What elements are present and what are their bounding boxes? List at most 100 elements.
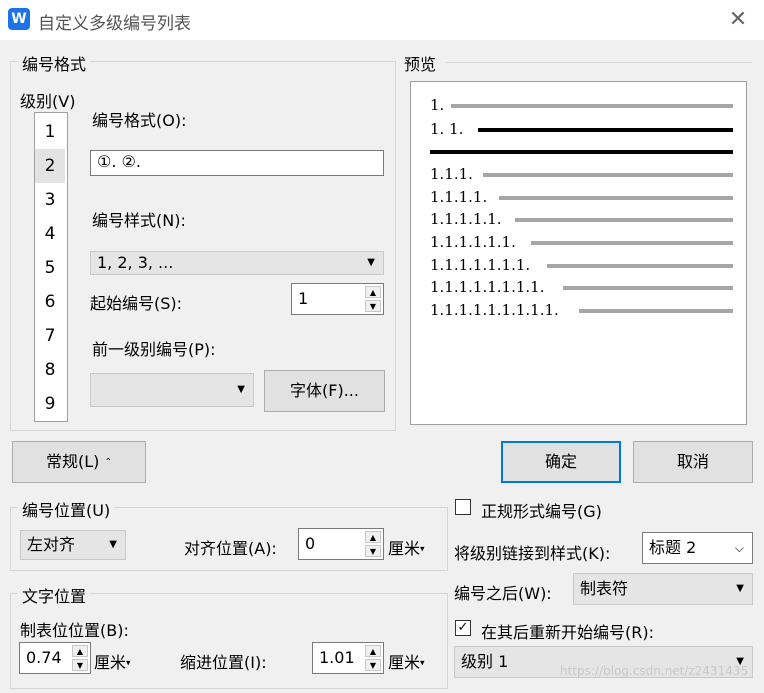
preview-line <box>563 286 733 290</box>
level-item[interactable]: 3 <box>35 183 65 217</box>
general-toggle-label: 常规(L) <box>45 452 100 471</box>
legal-label: 正规形式编号(G) <box>481 502 602 521</box>
level-item[interactable]: 6 <box>35 285 65 319</box>
preview-line-label: 1.1.1.1.1.1.1.1. <box>430 278 545 296</box>
watermark-text: https://blog.csdn.net/z2431435 <box>560 664 749 678</box>
align-at-spinner[interactable]: 0 ▲ ▼ <box>298 528 384 560</box>
preview-line <box>499 196 733 200</box>
number-style-select[interactable]: 1, 2, 3, ... ▼ <box>90 251 384 275</box>
preview-line <box>483 173 733 177</box>
window-title: 自定义多级编号列表 <box>38 14 191 34</box>
restart-level-value: 级别 1 <box>461 652 509 671</box>
spin-down-icon[interactable]: ▼ <box>365 300 381 312</box>
dropdown-arrow-icon: ▼ <box>237 384 245 395</box>
collapse-up-icon: ⌃ <box>104 457 113 468</box>
restart-checkbox[interactable]: ✓ <box>455 620 471 636</box>
position-group-legend: 编号位置(U) <box>18 497 115 521</box>
number-style-value: 1, 2, 3, ... <box>97 253 174 272</box>
text-position-group <box>10 593 448 689</box>
link-style-label: 将级别链接到样式(K): <box>454 544 611 563</box>
preview-line-label: 1.1.1. <box>430 165 473 183</box>
preview-line-label: 1.1.1.1.1.1.1.1.1. <box>430 301 559 319</box>
preview-line-selected <box>478 128 733 132</box>
preview-line-label: 1.1.1.1.1.1.1. <box>430 256 531 274</box>
tab-unit-select[interactable]: 厘米▾ <box>94 649 131 673</box>
tab-position-spinner[interactable]: 0.74 ▲ ▼ <box>19 642 91 674</box>
preview-line-label: 1.1.1.1.1. <box>430 210 502 228</box>
preview-line <box>547 264 733 268</box>
ok-button[interactable]: 确定 <box>501 441 621 483</box>
preview-line-label: 1.1.1.1. <box>430 188 488 206</box>
preview-line <box>515 218 733 222</box>
follow-number-value: 制表符 <box>580 579 629 598</box>
level-item[interactable]: 9 <box>35 387 65 421</box>
restart-label: 在其后重新开始编号(R): <box>481 623 654 642</box>
preview-line <box>531 241 733 245</box>
dropdown-arrow-icon: ▼ <box>367 257 375 268</box>
level-item[interactable]: 8 <box>35 353 65 387</box>
level-item-selected[interactable]: 2 <box>35 149 65 183</box>
preview-pane: 1. 1. 1. 1.1.1. 1.1.1.1. 1.1.1.1.1. 1.1.… <box>410 81 747 425</box>
close-button[interactable]: ✕ <box>722 4 754 36</box>
prev-level-label: 前一级别编号(P): <box>92 340 216 359</box>
indent-value: 1.01 <box>319 648 355 667</box>
preview-legend: 预览 <box>400 51 441 75</box>
dropdown-arrow-icon: ▼ <box>109 539 117 550</box>
align-select[interactable]: 左对齐 ▼ <box>20 530 126 560</box>
align-value: 左对齐 <box>27 535 76 554</box>
preview-line-label: 1. 1. <box>430 120 464 138</box>
preview-line <box>451 104 733 108</box>
align-at-label: 对齐位置(A): <box>184 539 277 558</box>
follow-number-label: 编号之后(W): <box>454 584 552 603</box>
number-format-input[interactable]: ①. ②. <box>90 150 384 176</box>
indent-spinner[interactable]: 1.01 ▲ ▼ <box>312 642 384 674</box>
level-label: 级别(V) <box>20 92 76 111</box>
level-listbox[interactable]: 1 2 3 4 5 6 7 8 9 <box>34 112 68 422</box>
preview-line-selected <box>430 150 733 154</box>
number-format-label: 编号格式(O): <box>92 111 187 130</box>
unit-label: 厘米 <box>388 653 421 672</box>
follow-number-select[interactable]: 制表符 ▼ <box>573 573 753 605</box>
spin-up-icon[interactable]: ▲ <box>365 531 381 543</box>
preview-line-label: 1.1.1.1.1.1. <box>430 233 516 251</box>
spin-down-icon[interactable]: ▼ <box>365 545 381 557</box>
unit-select[interactable]: 厘米▾ <box>388 535 425 559</box>
start-at-spinner[interactable]: 1 ▲ ▼ <box>291 283 384 315</box>
start-at-value: 1 <box>298 289 309 308</box>
spin-up-icon[interactable]: ▲ <box>365 645 381 657</box>
spin-up-icon[interactable]: ▲ <box>365 286 381 298</box>
unit-label: 厘米 <box>94 653 127 672</box>
font-button[interactable]: 字体(F)... <box>264 370 385 412</box>
dropdown-arrow-icon: ▾ <box>126 658 131 669</box>
prev-level-select[interactable]: ▼ <box>90 373 254 407</box>
start-at-label: 起始编号(S): <box>90 294 183 313</box>
preview-line-label: 1. <box>430 96 445 114</box>
general-toggle-button[interactable]: 常规(L) ⌃ <box>12 441 146 483</box>
spin-up-icon[interactable]: ▲ <box>72 645 88 657</box>
number-style-label: 编号样式(N): <box>92 211 186 230</box>
tab-position-value: 0.74 <box>26 648 62 667</box>
dropdown-arrow-icon: ▾ <box>420 544 425 555</box>
level-item[interactable]: 4 <box>35 217 65 251</box>
cancel-button[interactable]: 取消 <box>633 441 753 483</box>
level-item[interactable]: 7 <box>35 319 65 353</box>
tab-position-label: 制表位位置(B): <box>20 621 129 640</box>
level-item[interactable]: 5 <box>35 251 65 285</box>
preview-divider <box>446 62 752 63</box>
wps-logo-icon: W <box>8 8 30 30</box>
unit-label: 厘米 <box>388 539 421 558</box>
legal-checkbox[interactable] <box>455 499 471 515</box>
dropdown-arrow-icon: ▾ <box>420 658 425 669</box>
preview-line <box>579 309 733 313</box>
spin-down-icon[interactable]: ▼ <box>72 659 88 671</box>
chevron-down-icon: ⌵ <box>734 541 744 555</box>
indent-unit-select[interactable]: 厘米▾ <box>388 649 425 673</box>
level-item[interactable]: 1 <box>35 115 65 149</box>
link-style-value: 标题 2 <box>649 538 697 557</box>
align-at-value: 0 <box>305 534 316 553</box>
link-style-select[interactable]: 标题 2 ⌵ <box>642 532 753 564</box>
text-group-legend: 文字位置 <box>18 583 91 607</box>
format-group-legend: 编号格式 <box>18 51 91 75</box>
dropdown-arrow-icon: ▼ <box>736 583 744 594</box>
spin-down-icon[interactable]: ▼ <box>365 659 381 671</box>
